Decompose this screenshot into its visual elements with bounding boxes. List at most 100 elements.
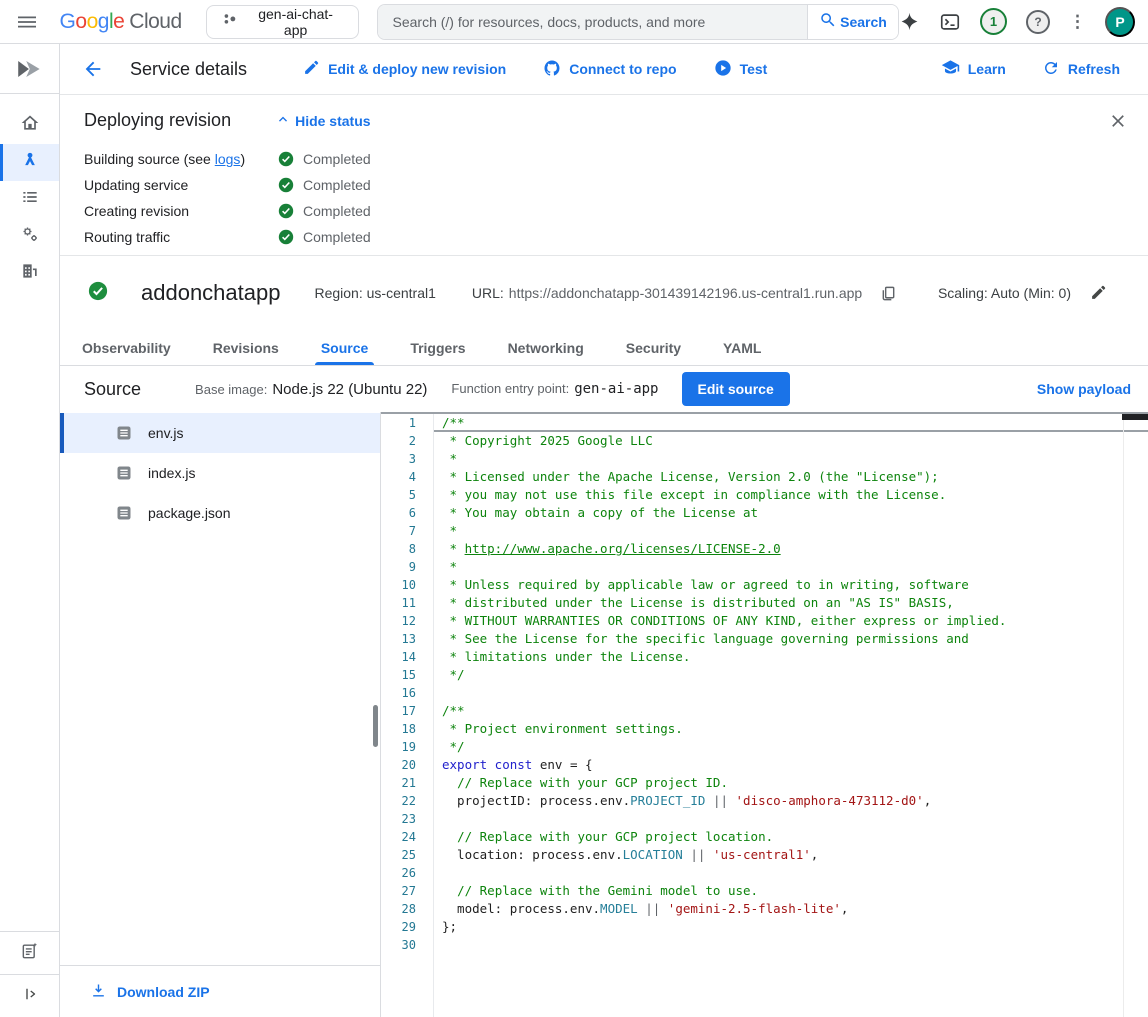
file-list: env.jsindex.js package.json — [60, 412, 380, 965]
hide-status-button[interactable]: Hide status — [275, 111, 370, 130]
file-icon — [116, 505, 132, 521]
tab-source[interactable]: Source — [319, 330, 370, 365]
sidebar-item-cloud-run-services[interactable] — [0, 144, 59, 181]
download-zip-button[interactable]: Download ZIP — [60, 965, 380, 1017]
help-icon[interactable]: ? — [1026, 10, 1050, 34]
back-arrow-icon[interactable] — [80, 56, 106, 82]
close-icon[interactable] — [1106, 109, 1130, 133]
code-text: // Replace with the Gemini model to use. — [433, 882, 1148, 900]
file-item-index.js[interactable]: index.js — [60, 453, 380, 493]
show-payload-link[interactable]: Show payload — [1037, 381, 1131, 397]
deploy-status-row: Updating serviceCompleted — [84, 172, 1124, 198]
code-text — [433, 684, 1148, 702]
test-button[interactable]: Test — [714, 59, 768, 80]
connect-to-repo-button[interactable]: Connect to repo — [543, 59, 676, 80]
check-circle-icon — [278, 151, 294, 167]
search-input[interactable] — [378, 5, 808, 39]
refresh-button[interactable]: Refresh — [1042, 59, 1120, 80]
avatar[interactable]: P — [1105, 7, 1135, 37]
topbar-utilities: 1 ? ⋮ P — [899, 7, 1135, 37]
line-number: 15 — [381, 666, 433, 684]
tab-security[interactable]: Security — [624, 330, 683, 365]
code-line: 2 * Copyright 2025 Google LLC — [381, 432, 1148, 450]
pencil-icon — [303, 59, 320, 79]
line-number: 25 — [381, 846, 433, 864]
project-selector[interactable]: gen-ai-chat-app — [206, 5, 359, 39]
graduation-cap-icon — [941, 58, 960, 80]
project-icon — [221, 11, 239, 32]
scrollbar-track-line — [1123, 414, 1124, 1017]
google-cloud-logo[interactable]: Google Cloud — [60, 10, 182, 34]
deploy-status-row: Routing trafficCompleted — [84, 224, 1124, 250]
line-number: 21 — [381, 774, 433, 792]
release-notes-icon — [20, 941, 40, 966]
edit-source-button[interactable]: Edit source — [682, 372, 790, 406]
search-button[interactable]: Search — [807, 5, 898, 39]
code-lines: 1/**2 * Copyright 2025 Google LLC3 *4 * … — [381, 414, 1148, 954]
hamburger-menu-icon[interactable] — [14, 9, 40, 35]
google-logo-word: Google — [60, 10, 125, 34]
logs-link[interactable]: logs — [215, 151, 241, 167]
copy-url-icon[interactable] — [878, 283, 898, 303]
line-number: 30 — [381, 936, 433, 954]
edit-scaling-icon[interactable] — [1090, 284, 1108, 302]
line-number: 23 — [381, 810, 433, 828]
tab-revisions[interactable]: Revisions — [211, 330, 281, 365]
learn-button[interactable]: Learn — [941, 58, 1006, 80]
sidebar-item-release-notes[interactable] — [0, 932, 59, 974]
line-number: 9 — [381, 558, 433, 576]
file-name: package.json — [148, 505, 231, 521]
code-editor[interactable]: 1/**2 * Copyright 2025 Google LLC3 *4 * … — [381, 412, 1148, 1017]
line-number: 12 — [381, 612, 433, 630]
cloud-shell-icon[interactable] — [939, 11, 961, 33]
tab-yaml[interactable]: YAML — [721, 330, 763, 365]
code-text: * You may obtain a copy of the License a… — [433, 504, 1148, 522]
expand-panel-icon — [21, 985, 39, 1008]
gcp-console-window: Google Cloud gen-ai-chat-app Search — [0, 0, 1148, 1017]
line-number: 26 — [381, 864, 433, 882]
line-number: 17 — [381, 702, 433, 720]
project-name: gen-ai-chat-app — [248, 6, 344, 38]
notifications-badge[interactable]: 1 — [980, 8, 1007, 35]
tab-observability[interactable]: Observability — [80, 330, 173, 365]
more-options-icon[interactable]: ⋮ — [1069, 13, 1086, 30]
service-region: Region: us-central1 — [314, 285, 435, 301]
panel-scrollbar-thumb[interactable] — [373, 705, 378, 747]
sidebar-item-organization[interactable] — [0, 255, 59, 292]
sidebar-item-revisions-list[interactable] — [0, 181, 59, 218]
code-text: * distributed under the License is distr… — [433, 594, 1148, 612]
file-item-package.json[interactable]: package.json — [60, 493, 380, 533]
source-toolbar: Source Base image: Node.js 22 (Ubuntu 22… — [60, 366, 1148, 412]
base-image: Base image: Node.js 22 (Ubuntu 22) — [195, 381, 427, 398]
line-number: 20 — [381, 756, 433, 774]
line-number: 2 — [381, 432, 433, 450]
code-text: */ — [433, 738, 1148, 756]
file-item-env.js[interactable]: env.js — [60, 413, 380, 453]
code-line: 22 projectID: process.env.PROJECT_ID || … — [381, 792, 1148, 810]
line-number: 8 — [381, 540, 433, 558]
deploy-status-list: Building source (see logs)CompletedUpdat… — [84, 146, 1124, 250]
refresh-icon — [1042, 59, 1060, 80]
line-number: 5 — [381, 486, 433, 504]
line-number: 3 — [381, 450, 433, 468]
chevron-up-icon — [275, 111, 291, 130]
file-icon — [116, 465, 132, 481]
code-text: */ — [433, 666, 1148, 684]
line-number: 10 — [381, 576, 433, 594]
code-text: * — [433, 450, 1148, 468]
play-circle-icon — [714, 59, 732, 80]
gears-icon — [20, 224, 40, 249]
sidebar-item-expand-panel[interactable] — [0, 975, 59, 1017]
code-text: projectID: process.env.PROJECT_ID || 'di… — [433, 792, 1148, 810]
gemini-spark-icon[interactable] — [899, 11, 920, 32]
code-line: 26 — [381, 864, 1148, 882]
tab-networking[interactable]: Networking — [506, 330, 586, 365]
code-line: 23 — [381, 810, 1148, 828]
sidebar-item-integrations[interactable] — [0, 218, 59, 255]
tab-triggers[interactable]: Triggers — [408, 330, 467, 365]
deploy-step-label: Building source (see logs) — [84, 151, 278, 167]
sidebar-item-home[interactable] — [0, 107, 59, 144]
editor-scrollbar-thumb[interactable] — [1122, 414, 1148, 420]
left-nav-rail — [0, 44, 60, 1017]
edit-deploy-revision-button[interactable]: Edit & deploy new revision — [303, 59, 506, 79]
